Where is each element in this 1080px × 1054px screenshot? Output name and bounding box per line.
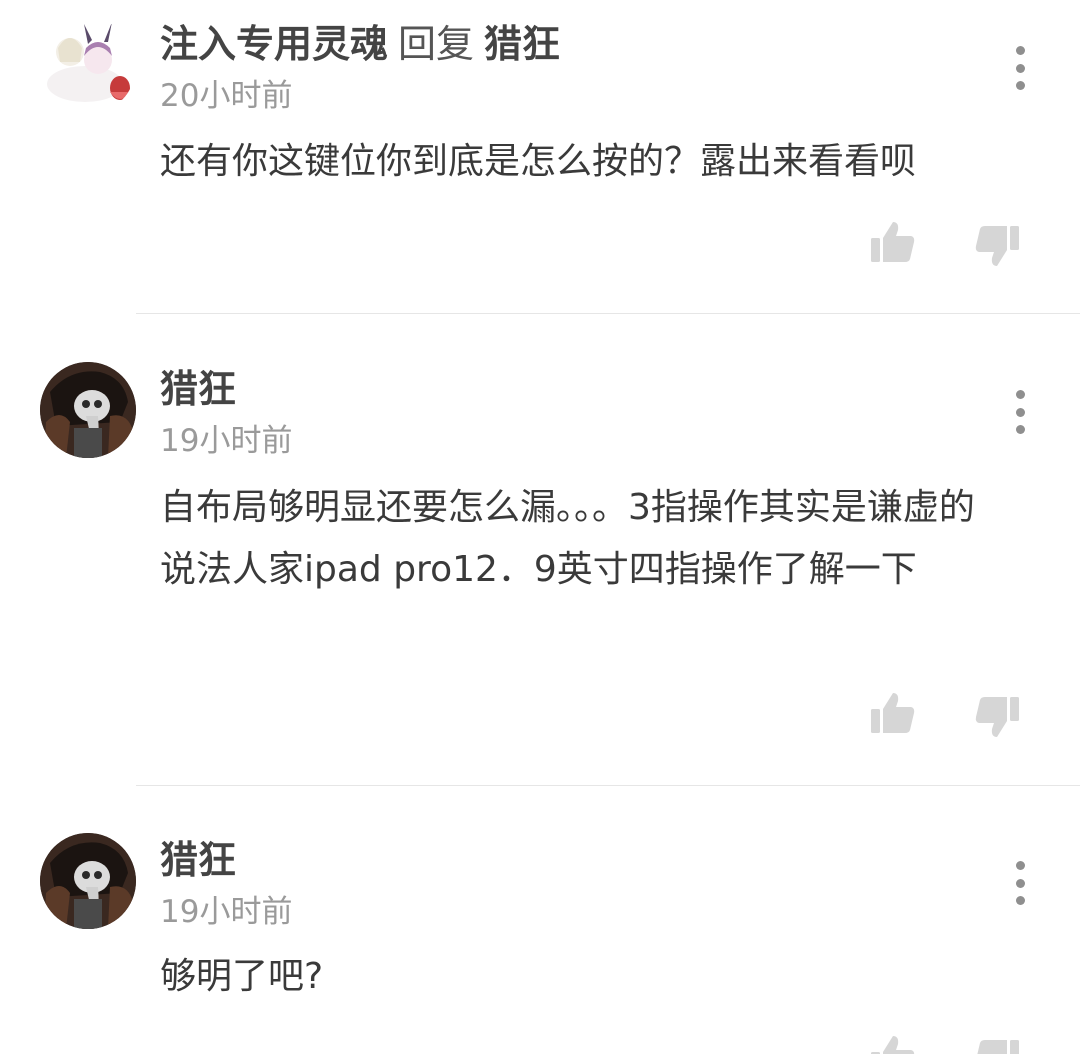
thumbs-down-icon <box>977 1040 1019 1054</box>
timestamp: 19小时前 <box>160 423 293 459</box>
avatar[interactable] <box>40 833 136 929</box>
more-options-button[interactable] <box>1002 46 1038 90</box>
avatar[interactable] <box>40 362 136 458</box>
thumbs-up-icon <box>871 1036 915 1054</box>
author-name[interactable]: 猎狂 <box>160 838 236 882</box>
thumbs-down-icon <box>975 697 1019 737</box>
more-dot-icon <box>1015 407 1025 417</box>
like-button[interactable] <box>869 1032 917 1054</box>
comment-header: 猎狂 <box>160 838 236 882</box>
comment-header: 注入专用灵魂 回复 猎狂 <box>160 22 560 66</box>
comment-text: 还有你这键位你到底是怎么按的？露出来看看呗 <box>160 141 917 182</box>
more-dot-icon <box>1015 46 1025 55</box>
dislike-button[interactable] <box>973 693 1021 741</box>
thumbs-up-icon <box>871 222 915 262</box>
comment-text: 够明了吧? <box>160 956 324 997</box>
timestamp: 19小时前 <box>160 894 293 930</box>
more-dot-icon <box>1015 861 1025 870</box>
more-dot-icon <box>1015 63 1025 73</box>
more-dot-icon <box>1015 878 1025 888</box>
avatar[interactable] <box>40 18 136 114</box>
more-options-button[interactable] <box>1002 390 1038 434</box>
thumbs-up-icon <box>871 693 915 733</box>
timestamp: 20小时前 <box>160 78 293 114</box>
reply-label: 回复 <box>398 22 475 66</box>
author-name[interactable]: 注入专用灵魂 <box>160 22 388 66</box>
thumbs-down-icon <box>975 226 1019 266</box>
reply-target-name[interactable]: 猎狂 <box>484 22 560 66</box>
comment-divider <box>136 785 1080 786</box>
like-button[interactable] <box>869 218 917 266</box>
plague-doctor-avatar-icon <box>40 833 136 929</box>
plague-doctor-avatar-icon <box>40 362 136 458</box>
more-dot-icon <box>1015 390 1025 399</box>
like-button[interactable] <box>869 689 917 737</box>
anime-girls-avatar-icon <box>40 18 136 114</box>
dislike-button[interactable] <box>973 222 1021 270</box>
dislike-button[interactable] <box>973 1036 1021 1054</box>
more-dot-icon <box>1015 896 1025 905</box>
more-options-button[interactable] <box>1002 861 1038 905</box>
more-dot-icon <box>1015 81 1025 90</box>
comment-text: 自布局够明显还要怎么漏。。。3指操作其实是谦虚的说法人家ipad pro12．9… <box>160 487 975 590</box>
comment-header: 猎狂 <box>160 367 236 411</box>
comment-divider <box>136 313 1080 314</box>
author-name[interactable]: 猎狂 <box>160 367 236 411</box>
more-dot-icon <box>1015 425 1025 434</box>
